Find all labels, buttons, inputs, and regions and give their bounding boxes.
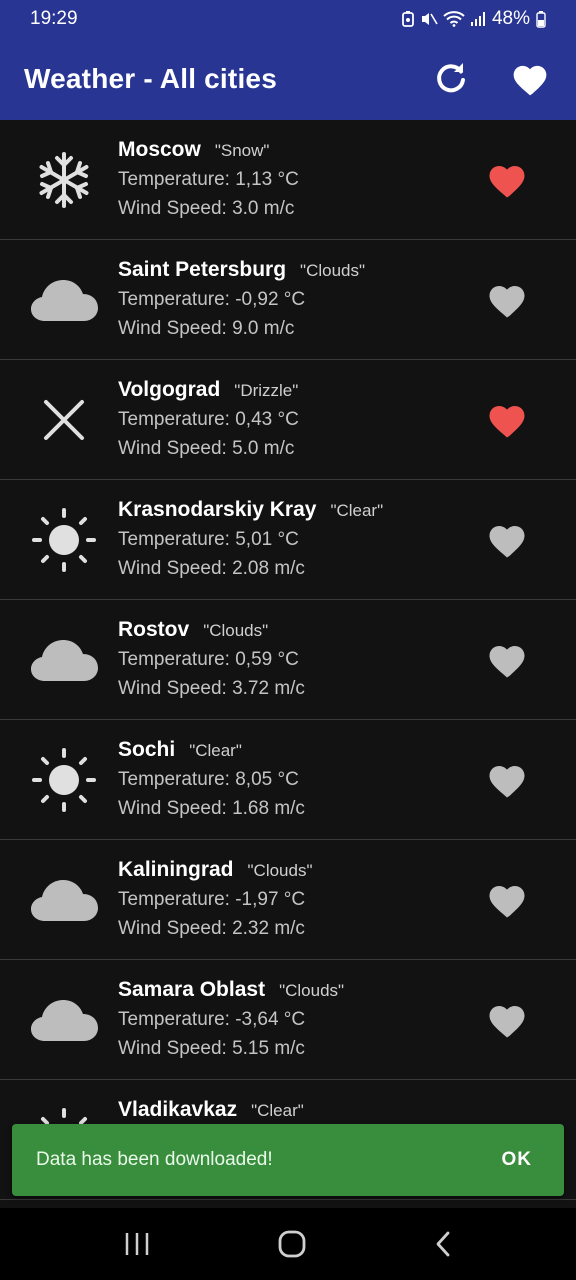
back-icon[interactable] xyxy=(433,1230,453,1258)
drizzle-icon xyxy=(44,400,84,440)
cloud-icon xyxy=(31,280,98,321)
cloud-icon xyxy=(31,880,98,921)
wifi-icon xyxy=(443,11,465,27)
snackbar: Data has been downloaded! OK xyxy=(12,1124,564,1196)
weather-condition: "Clear" xyxy=(251,1101,304,1120)
list-item[interactable]: Sochi "Clear" Temperature: 8,05 °C Wind … xyxy=(0,720,576,840)
wind-speed-text: Wind Speed: 5.15 m/c xyxy=(118,1038,305,1059)
weather-condition: "Drizzle" xyxy=(234,381,299,400)
status-bar: 19:29 48% xyxy=(0,0,576,38)
weather-condition: "Clear" xyxy=(189,741,242,760)
snow-icon xyxy=(39,152,89,208)
battery-icon xyxy=(536,10,546,28)
recents-icon[interactable] xyxy=(123,1231,151,1257)
mute-icon xyxy=(421,13,438,25)
list-item[interactable]: Rostov "Clouds" Temperature: 0,59 °C Win… xyxy=(0,600,576,720)
home-icon[interactable] xyxy=(277,1229,307,1259)
temperature-text: Temperature: 1,13 °C xyxy=(118,169,299,190)
city-name: Sochi xyxy=(118,738,176,761)
page-title: Weather - All cities xyxy=(24,63,277,94)
city-name: Rostov xyxy=(118,618,190,641)
temperature-text: Temperature: 5,01 °C xyxy=(118,529,299,550)
favorite-heart-icon[interactable] xyxy=(486,280,528,320)
city-name: Saint Petersburg xyxy=(118,258,287,281)
weather-condition: "Clouds" xyxy=(279,981,345,1000)
list-item[interactable]: Samara Oblast "Clouds" Temperature: -3,6… xyxy=(0,960,576,1080)
weather-condition: "Clear" xyxy=(330,501,384,520)
list-item[interactable]: Moscow "Snow" Temperature: 1,13 °C Wind … xyxy=(0,120,576,240)
weather-condition: "Clouds" xyxy=(247,861,313,880)
temperature-text: Temperature: 8,05 °C xyxy=(118,769,299,790)
battery-saver-icon xyxy=(402,11,414,27)
temperature-text: Temperature: -3,64 °C xyxy=(118,1009,306,1030)
list-item[interactable]: Volgograd "Drizzle" Temperature: 0,43 °C… xyxy=(0,360,576,480)
city-name: Vladikavkaz xyxy=(118,1098,238,1121)
temperature-text: Temperature: 0,59 °C xyxy=(118,649,299,670)
wind-speed-text: Wind Speed: 9.0 m/c xyxy=(118,318,295,339)
wind-speed-text: Wind Speed: 1.68 m/c xyxy=(118,798,305,819)
system-navigation-bar xyxy=(0,1208,576,1280)
snackbar-ok-button[interactable]: OK xyxy=(502,1149,541,1171)
city-list[interactable]: Moscow "Snow" Temperature: 1,13 °C Wind … xyxy=(0,120,576,1200)
favorite-heart-icon[interactable] xyxy=(486,400,528,440)
temperature-text: Temperature: 0,43 °C xyxy=(118,409,299,430)
city-name: Kaliningrad xyxy=(118,858,234,881)
favorite-heart-icon[interactable] xyxy=(486,640,528,680)
favorite-heart-icon[interactable] xyxy=(486,1000,528,1040)
wind-speed-text: Wind Speed: 2.08 m/c xyxy=(118,558,305,579)
cloud-icon xyxy=(31,640,98,681)
city-name: Samara Oblast xyxy=(118,978,266,1001)
battery-percent: 48% xyxy=(491,8,530,29)
city-name: Krasnodarskiy Kray xyxy=(118,498,317,521)
favorite-heart-icon[interactable] xyxy=(486,160,528,200)
city-name: Moscow xyxy=(118,138,201,161)
heart-icon[interactable] xyxy=(510,61,550,97)
temperature-text: Temperature: -0,92 °C xyxy=(118,289,306,310)
weather-condition: "Clouds" xyxy=(300,261,366,280)
favorite-heart-icon[interactable] xyxy=(486,760,528,800)
favorite-heart-icon[interactable] xyxy=(486,520,528,560)
wind-speed-text: Wind Speed: 3.0 m/c xyxy=(118,198,295,219)
favorite-heart-icon[interactable] xyxy=(486,880,528,920)
refresh-icon[interactable] xyxy=(434,62,468,96)
list-item[interactable]: Krasnodarskiy Kray "Clear" Temperature: … xyxy=(0,480,576,600)
city-name: Volgograd xyxy=(118,378,221,401)
weather-condition: "Snow" xyxy=(214,141,270,160)
cloud-icon xyxy=(31,1000,98,1041)
wind-speed-text: Wind Speed: 5.0 m/c xyxy=(118,438,295,459)
temperature-text: Temperature: -1,97 °C xyxy=(118,889,306,910)
sun-icon xyxy=(32,508,96,572)
wind-speed-text: Wind Speed: 3.72 m/c xyxy=(118,678,305,699)
list-item[interactable]: Saint Petersburg "Clouds" Temperature: -… xyxy=(0,240,576,360)
sun-icon xyxy=(32,748,96,812)
app-bar: Weather - All cities xyxy=(0,38,576,120)
status-time: 19:29 xyxy=(30,8,78,29)
signal-icon xyxy=(470,12,485,26)
weather-condition: "Clouds" xyxy=(203,621,269,640)
list-item[interactable]: Kaliningrad "Clouds" Temperature: -1,97 … xyxy=(0,840,576,960)
wind-speed-text: Wind Speed: 2.32 m/c xyxy=(118,918,305,939)
snackbar-message: Data has been downloaded! xyxy=(36,1149,273,1170)
